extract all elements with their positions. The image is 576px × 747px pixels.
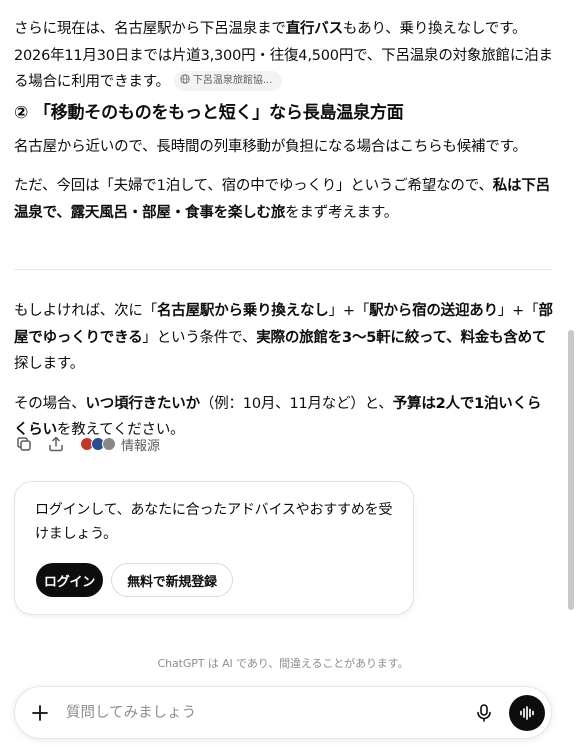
text: をまず考えます。 — [285, 204, 399, 221]
assistant-message: さらに現在は、名古屋駅から下呂温泉まで直行バスもあり、乗り換えなしです。2026… — [14, 16, 554, 226]
text: もしよければ、次に「 — [14, 303, 157, 319]
scrollbar-thumb[interactable] — [568, 330, 574, 610]
message-actions: 情報源 — [14, 432, 160, 456]
citation-chip[interactable]: 下呂温泉旅館協... — [173, 71, 283, 91]
voice-waveform-icon — [520, 706, 534, 720]
bold-text: 名古屋駅から乗り換えなし — [157, 303, 329, 319]
source-logo-icon — [102, 437, 116, 451]
signup-button[interactable]: 無料で新規登録 — [111, 563, 233, 597]
message-paragraph: さらに現在は、名古屋駅から下呂温泉まで直行バスもあり、乗り換えなしです。2026… — [14, 16, 554, 96]
message-paragraph: ただ、今回は「夫婦で1泊して、宿の中でゆっくり」というご希望なので、私は下呂温泉… — [14, 173, 554, 226]
bold-text: 実際の旅館を3〜5軒に絞って、料金も含めて — [256, 329, 547, 346]
sources-button[interactable]: 情報源 — [80, 435, 160, 454]
assistant-message-followup: もしよければ、次に「名古屋駅から乗り換えなし」+「駅から宿の送迎あり」+「部屋で… — [14, 298, 554, 444]
bold-text: 駅から宿の送迎あり — [369, 303, 498, 319]
section-heading: ② 「移動そのものをもっと短く」なら長島温泉方面 — [14, 102, 404, 123]
composer — [14, 686, 552, 739]
citation-label: 下呂温泉旅館協... — [192, 75, 273, 86]
text: 」+「 — [328, 303, 370, 319]
plus-icon[interactable] — [29, 702, 51, 724]
bold-text: いつ頃行きたいか — [85, 395, 201, 412]
source-logos — [80, 437, 116, 451]
message-paragraph: 名古屋から近いので、長時間の列車移動が負担になる場合はこちらも候補です。 — [14, 138, 527, 155]
text: 」という条件で、 — [142, 329, 257, 346]
text: （例：10月、11月など）と、 — [199, 395, 393, 412]
chat-input[interactable] — [66, 699, 456, 727]
text: 」+「 — [497, 303, 539, 319]
sources-label: 情報源 — [121, 438, 161, 454]
login-prompt-text: ログインして、あなたに合ったアドバイスやおすすめを受けましょう。 — [35, 502, 393, 542]
copy-icon[interactable] — [14, 434, 34, 454]
divider — [14, 269, 552, 270]
disclaimer-text: ChatGPT は AI であり、間違えることがあります。 — [157, 657, 409, 670]
text: ただ、今回は「夫婦で1泊して、宿の中でゆっくり」というご希望なので、 — [14, 178, 493, 194]
microphone-icon[interactable] — [473, 702, 495, 724]
text: さらに現在は、名古屋駅から下呂温泉まで — [14, 21, 286, 37]
text: 探します。 — [14, 356, 85, 372]
share-icon[interactable] — [46, 434, 66, 454]
message-paragraph: もしよければ、次に「名古屋駅から乗り換えなし」+「駅から宿の送迎あり」+「部屋で… — [14, 298, 554, 378]
login-prompt-card: ログインして、あなたに合ったアドバイスやおすすめを受けましょう。 ログイン 無料… — [14, 481, 414, 615]
globe-icon — [180, 74, 190, 84]
voice-mode-button[interactable] — [509, 695, 545, 731]
text: その場合、 — [14, 395, 86, 412]
login-button[interactable]: ログイン — [36, 563, 103, 597]
bold-text: 直行バス — [285, 21, 343, 37]
